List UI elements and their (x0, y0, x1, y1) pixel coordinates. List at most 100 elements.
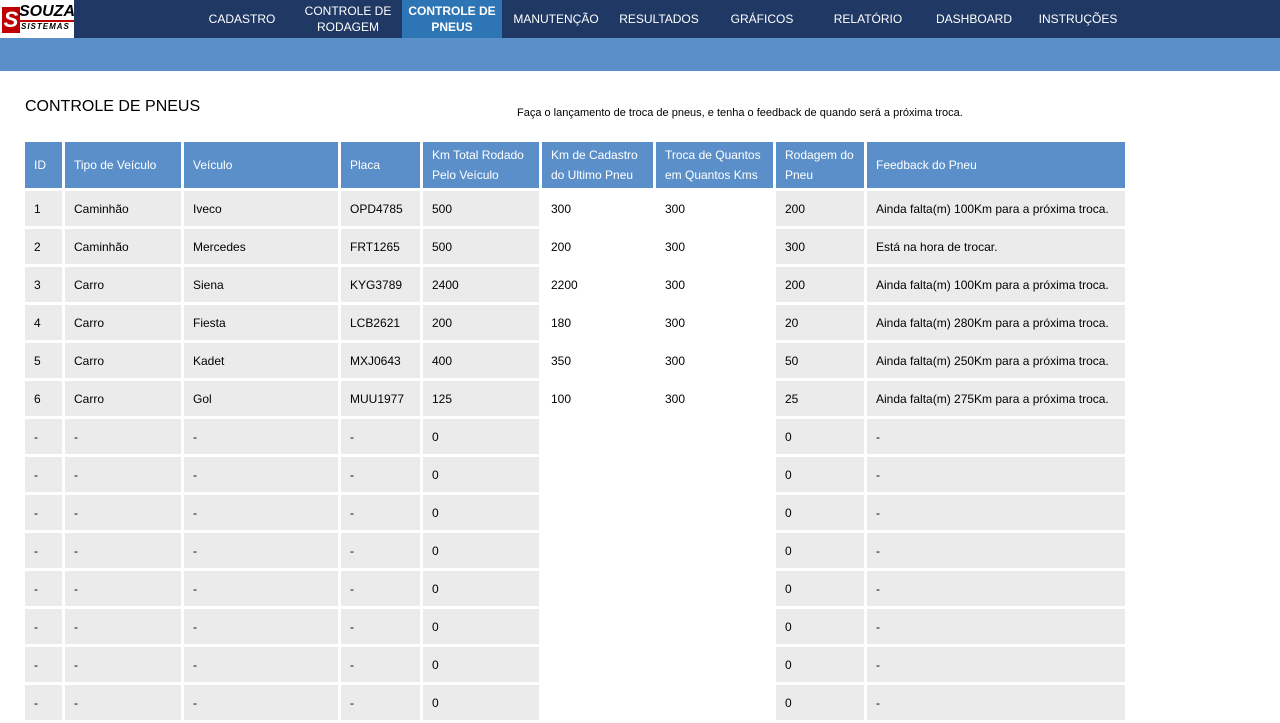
table-row: 4 Carro Fiesta LCB2621 200 180 300 20 Ainda falt… (25, 305, 1125, 340)
table-row: ----00- (25, 609, 1125, 644)
rodagem-cell: 0 (776, 419, 864, 454)
troca-kms-cell[interactable] (656, 533, 773, 568)
placa-cell: - (341, 419, 420, 454)
troca-kms-cell[interactable] (656, 571, 773, 606)
km-cadastro-cell[interactable] (542, 647, 653, 682)
nav-relatorio[interactable]: RELATÓRIO (814, 0, 922, 38)
troca-kms-cell[interactable] (656, 685, 773, 720)
header-id: ID (25, 142, 62, 188)
id-cell: - (25, 685, 62, 720)
nav-resultados[interactable]: RESULTADOS (608, 0, 710, 38)
troca-kms-cell[interactable]: 300 (656, 305, 773, 340)
table-row: ----00- (25, 495, 1125, 530)
rodagem-cell: 0 (776, 533, 864, 568)
placa-cell: - (341, 571, 420, 606)
logo-word-souza: SOUZA (19, 3, 74, 22)
km-cadastro-cell[interactable]: 200 (542, 229, 653, 264)
tipo-de-veiculo-cell: Carro (65, 343, 181, 378)
km-total-cell: 0 (423, 419, 539, 454)
rodagem-cell: 0 (776, 609, 864, 644)
placa-cell: MXJ0643 (341, 343, 420, 378)
top-navigation-bar: S SOUZA SISTEMAS CADASTRO CONTROLE DE RO… (0, 0, 1280, 38)
feedback-cell: - (867, 533, 1125, 568)
id-cell: - (25, 647, 62, 682)
tipo-de-veiculo-cell: Carro (65, 381, 181, 416)
troca-kms-cell[interactable] (656, 647, 773, 682)
tire-control-table: ID Tipo de Veículo Veículo Placa Km Tota… (22, 139, 1128, 723)
km-total-cell: 200 (423, 305, 539, 340)
rodagem-cell: 0 (776, 457, 864, 492)
km-cadastro-cell[interactable] (542, 419, 653, 454)
placa-cell: - (341, 609, 420, 644)
header-km-total-rodado: Km Total Rodado Pelo Veículo (423, 142, 539, 188)
header-placa: Placa (341, 142, 420, 188)
tipo-de-veiculo-cell: Caminhão (65, 191, 181, 226)
header-veiculo: Veículo (184, 142, 338, 188)
troca-kms-cell[interactable]: 300 (656, 191, 773, 226)
veiculo-cell: - (184, 685, 338, 720)
km-cadastro-cell[interactable] (542, 685, 653, 720)
placa-cell: FRT1265 (341, 229, 420, 264)
nav-dashboard[interactable]: DASHBOARD (922, 0, 1026, 38)
km-cadastro-cell[interactable] (542, 495, 653, 530)
nav-controle-de-pneus[interactable]: CONTROLE DE PNEUS (402, 0, 502, 38)
km-cadastro-cell[interactable] (542, 609, 653, 644)
km-total-cell: 0 (423, 533, 539, 568)
km-cadastro-cell[interactable]: 350 (542, 343, 653, 378)
feedback-cell: - (867, 495, 1125, 530)
troca-kms-cell[interactable] (656, 495, 773, 530)
tipo-de-veiculo-cell: - (65, 419, 181, 454)
rodagem-cell: 200 (776, 191, 864, 226)
rodagem-cell: 0 (776, 495, 864, 530)
header-km-de-cadastro: Km de Cadastro do Ultimo Pneu (542, 142, 653, 188)
page-title: CONTROLE DE PNEUS (25, 98, 201, 115)
km-cadastro-cell[interactable]: 300 (542, 191, 653, 226)
feedback-cell: - (867, 457, 1125, 492)
troca-kms-cell[interactable]: 300 (656, 267, 773, 302)
troca-kms-cell[interactable]: 300 (656, 343, 773, 378)
nav-cadastro[interactable]: CADASTRO (188, 0, 296, 38)
placa-cell: - (341, 457, 420, 492)
feedback-cell: - (867, 419, 1125, 454)
veiculo-cell: - (184, 571, 338, 606)
table-body: 1 Caminhão Iveco OPD4785 500 300 300 200 Ainda f… (25, 191, 1125, 720)
nav-manutencao[interactable]: MANUTENÇÃO (504, 0, 608, 38)
troca-kms-cell[interactable] (656, 609, 773, 644)
troca-kms-cell[interactable]: 300 (656, 229, 773, 264)
feedback-cell: Ainda falta(m) 275Km para a próxima troc… (867, 381, 1125, 416)
placa-cell: MUU1977 (341, 381, 420, 416)
rodagem-cell: 50 (776, 343, 864, 378)
km-cadastro-cell[interactable] (542, 457, 653, 492)
feedback-cell: - (867, 647, 1125, 682)
tipo-de-veiculo-cell: - (65, 533, 181, 568)
tipo-de-veiculo-cell: Carro (65, 305, 181, 340)
id-cell: - (25, 419, 62, 454)
km-cadastro-cell[interactable]: 180 (542, 305, 653, 340)
page-subtitle: Faça o lançamento de troca de pneus, e t… (517, 107, 963, 119)
id-cell: 3 (25, 267, 62, 302)
table-row: 3 Carro Siena KYG3789 2400 2200 300 200 Ainda fa… (25, 267, 1125, 302)
km-cadastro-cell[interactable] (542, 571, 653, 606)
logo-word-sistemas: SISTEMAS (21, 22, 70, 31)
nav-controle-de-rodagem[interactable]: CONTROLE DE RODAGEM (296, 0, 400, 38)
troca-kms-cell[interactable] (656, 419, 773, 454)
troca-kms-cell[interactable] (656, 457, 773, 492)
km-cadastro-cell[interactable]: 2200 (542, 267, 653, 302)
table-row: ----00- (25, 685, 1125, 720)
table-header-row: ID Tipo de Veículo Veículo Placa Km Tota… (25, 142, 1125, 188)
km-cadastro-cell[interactable]: 100 (542, 381, 653, 416)
nav-graficos[interactable]: GRÁFICOS (710, 0, 814, 38)
id-cell: - (25, 457, 62, 492)
id-cell: 5 (25, 343, 62, 378)
tipo-de-veiculo-cell: - (65, 457, 181, 492)
troca-kms-cell[interactable]: 300 (656, 381, 773, 416)
table-row: ----00- (25, 419, 1125, 454)
rodagem-cell: 200 (776, 267, 864, 302)
tipo-de-veiculo-cell: - (65, 571, 181, 606)
km-total-cell: 0 (423, 685, 539, 720)
km-cadastro-cell[interactable] (542, 533, 653, 568)
rodagem-cell: 300 (776, 229, 864, 264)
tipo-de-veiculo-cell: Carro (65, 267, 181, 302)
nav-instrucoes[interactable]: INSTRUÇÕES (1026, 0, 1130, 38)
logo-mark: S (2, 7, 20, 33)
